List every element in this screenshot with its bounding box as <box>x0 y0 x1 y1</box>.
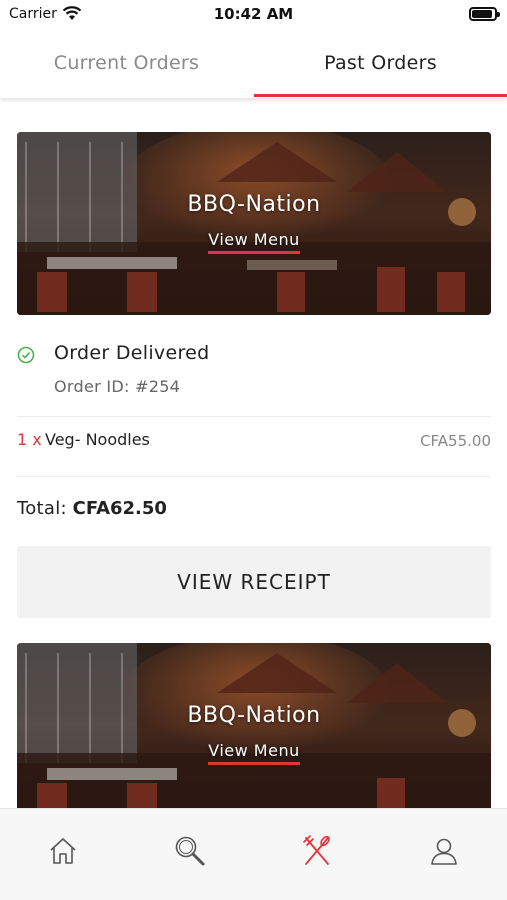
battery-level <box>472 10 492 18</box>
nav-profile[interactable] <box>381 809 507 900</box>
total-value: CFA62.50 <box>72 498 167 519</box>
order-id: Order ID: #254 <box>54 377 181 396</box>
home-icon <box>50 838 76 864</box>
total-label: Total: <box>17 498 67 519</box>
divider <box>17 416 491 417</box>
item-price: CFA55.00 <box>420 432 491 450</box>
tab-past-orders[interactable]: Past Orders <box>254 30 507 98</box>
banner-overlay <box>17 132 491 315</box>
divider <box>17 476 491 477</box>
user-icon <box>431 838 457 865</box>
item-name: Veg- Noodles <box>45 430 150 449</box>
search-icon <box>175 836 205 866</box>
nav-orders[interactable] <box>254 809 380 900</box>
order-status-row: Order Delivered <box>17 342 491 370</box>
bottom-nav <box>0 808 507 900</box>
battery-icon <box>469 7 500 21</box>
status-time: 10:42 AM <box>213 5 294 23</box>
restaurant-name: BBQ-Nation <box>187 703 321 728</box>
tab-current-orders[interactable]: Current Orders <box>0 30 253 98</box>
nav-search[interactable] <box>127 809 253 900</box>
restaurant-banner[interactable]: BBQ-Nation View Menu <box>17 132 491 315</box>
view-menu-link[interactable]: View Menu <box>208 230 300 254</box>
view-receipt-button[interactable]: VIEW RECEIPT <box>17 546 491 618</box>
order-item-row: 1 x Veg- Noodles CFA55.00 <box>17 428 491 454</box>
order-total: Total: CFA62.50 <box>17 498 167 519</box>
view-menu-link[interactable]: View Menu <box>208 741 300 765</box>
active-tab-indicator <box>254 94 507 97</box>
status-bar: Carrier 10:42 AM <box>0 0 507 30</box>
restaurant-name: BBQ-Nation <box>187 192 321 217</box>
restaurant-banner[interactable]: BBQ-Nation View Menu <box>17 643 491 808</box>
item-quantity: 1 x <box>17 430 42 449</box>
check-circle-icon <box>17 346 35 364</box>
orders-list[interactable]: BBQ-Nation View Menu Order Delivered Ord… <box>0 98 507 808</box>
fork-knife-icon <box>303 835 330 865</box>
nav-home[interactable] <box>0 809 126 900</box>
order-status: Order Delivered <box>54 342 210 364</box>
order-tabs: Current Orders Past Orders <box>0 30 507 98</box>
